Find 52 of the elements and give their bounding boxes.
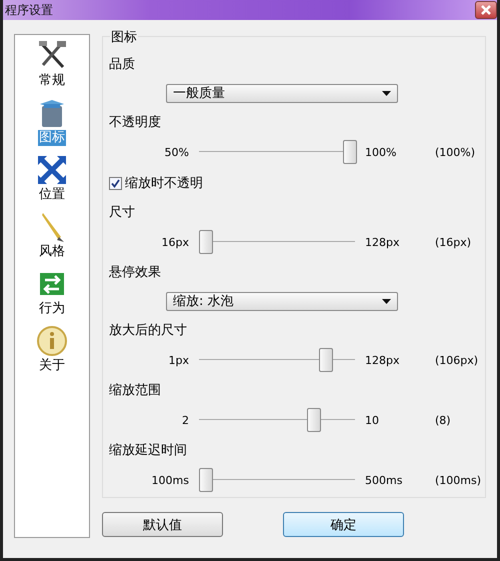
slider-thumb[interactable] [307, 408, 321, 432]
ok-button[interactable]: 确定 [283, 512, 404, 537]
info-icon [35, 324, 69, 358]
cross-arrows-icon [35, 153, 69, 187]
setting-label: 尺寸 [109, 204, 135, 222]
slider-thumb[interactable] [343, 140, 357, 164]
slider-reading: (100ms) [435, 474, 482, 486]
min-label: 1px [168, 354, 189, 366]
dropdown[interactable]: 一般质量 [166, 84, 398, 102]
dropdown[interactable]: 缩放: 水泡 [166, 292, 398, 310]
slider-thumb[interactable] [199, 468, 213, 492]
max-label: 100% [365, 146, 396, 158]
max-label: 128px [365, 354, 400, 366]
slider[interactable] [199, 348, 355, 372]
setting-label: 缩放范围 [109, 382, 161, 400]
sidebar-item[interactable]: 关于 [38, 358, 66, 374]
check-icon [111, 178, 120, 188]
sidebar-item[interactable]: 风格 [38, 244, 66, 260]
max-label: 500ms [365, 474, 402, 486]
min-label: 100ms [152, 474, 189, 486]
checkbox-label: 缩放时不透明 [125, 175, 203, 192]
caret-icon [382, 298, 391, 304]
sidebar-item[interactable]: 位置 [38, 187, 66, 203]
sidebar-item[interactable]: 常规 [38, 73, 66, 89]
slider-reading: (106px) [435, 354, 478, 366]
checkbox[interactable] [109, 176, 122, 190]
close-icon [481, 5, 491, 15]
slider[interactable] [199, 140, 355, 164]
caret-icon [382, 90, 391, 96]
setting-label: 悬停效果 [109, 264, 161, 282]
setting-label: 放大后的尺寸 [109, 322, 187, 340]
slider-reading: (100%) [435, 146, 476, 158]
max-label: 10 [365, 414, 379, 426]
slider-reading: (16px) [435, 236, 472, 248]
min-label: 16px [162, 236, 189, 248]
slider[interactable] [199, 230, 355, 254]
max-label: 128px [365, 236, 400, 248]
min-label: 50% [164, 146, 189, 158]
slider-thumb[interactable] [318, 348, 333, 372]
setting-label: 缩放延迟时间 [109, 442, 187, 460]
setting-label: 品质 [109, 56, 135, 74]
setting-label: 不透明度 [109, 114, 161, 132]
default-button[interactable]: 默认值 [102, 512, 223, 537]
slider[interactable] [199, 468, 355, 492]
min-label: 2 [182, 414, 189, 426]
slider[interactable] [199, 408, 355, 432]
sidebar-item[interactable]: 行为 [38, 301, 66, 317]
window-title: 程序设置 [4, 2, 53, 18]
slider-reading: (8) [435, 414, 451, 426]
slider-thumb[interactable] [199, 230, 213, 254]
close-button[interactable] [475, 1, 497, 19]
group-title: 图标 [110, 28, 138, 46]
